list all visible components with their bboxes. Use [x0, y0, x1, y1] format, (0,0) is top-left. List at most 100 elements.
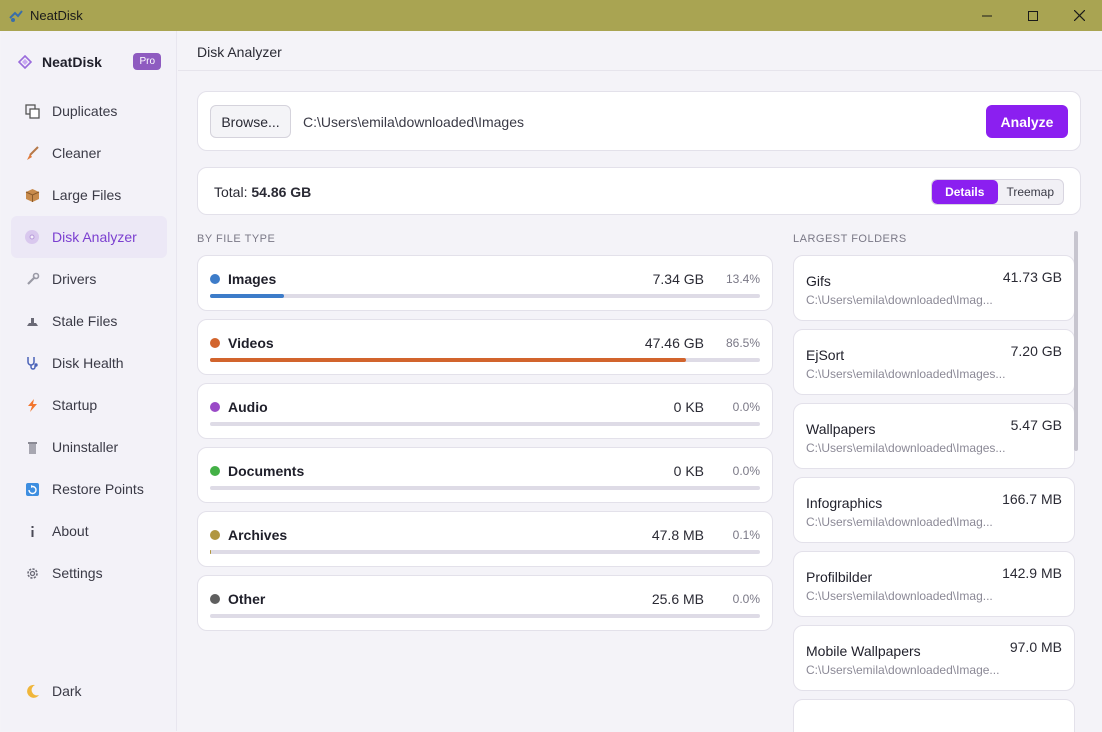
folder-item[interactable]: Profilbilder C:\Users\emila\downloaded\I…	[793, 551, 1075, 617]
sidebar-item-duplicates[interactable]: Duplicates	[1, 90, 177, 132]
folder-name: Wallpapers	[806, 421, 876, 437]
folder-item[interactable]: Gifs C:\Users\emila\downloaded\Imag... 4…	[793, 255, 1075, 321]
file-type-name: Audio	[228, 399, 268, 415]
moon-icon	[23, 684, 41, 699]
browse-button[interactable]: Browse...	[210, 105, 291, 138]
page-title: Disk Analyzer	[197, 44, 282, 60]
sidebar-item-drivers[interactable]: Drivers	[1, 258, 177, 300]
minimize-icon	[982, 15, 992, 16]
close-button[interactable]	[1056, 0, 1102, 31]
tab-treemap[interactable]: Treemap	[998, 180, 1064, 204]
maximize-button[interactable]	[1010, 0, 1056, 31]
folder-path: C:\Users\emila\downloaded\Image...	[806, 663, 1000, 677]
sidebar-item-settings[interactable]: Settings	[1, 552, 177, 594]
selected-path: C:\Users\emila\downloaded\Images	[303, 114, 524, 130]
file-type-list: Images 7.34 GB 13.4% Videos 47.46 GB 86.…	[197, 255, 773, 639]
folder-item[interactable]: Infographics C:\Users\emila\downloaded\I…	[793, 477, 1075, 543]
total-size: Total: 54.86 GB	[214, 184, 311, 200]
file-type-row[interactable]: Other 25.6 MB 0.0%	[197, 575, 773, 631]
duplicates-icon	[23, 102, 41, 120]
folder-item-partial[interactable]	[793, 699, 1075, 732]
folder-path: C:\Users\emila\downloaded\Imag...	[806, 589, 993, 603]
file-type-name: Archives	[228, 527, 288, 543]
file-type-size: 47.46 GB	[644, 335, 704, 351]
maximize-icon	[1028, 10, 1038, 21]
sidebar-item-disk-health[interactable]: Disk Health	[1, 342, 177, 384]
sidebar-item-label: Duplicates	[52, 103, 118, 119]
sidebar-item-restore-points[interactable]: Restore Points	[1, 468, 177, 510]
sidebar-item-disk-analyzer[interactable]: Disk Analyzer	[11, 216, 167, 258]
file-type-name: Other	[228, 591, 266, 607]
analyze-button[interactable]: Analyze	[986, 105, 1068, 138]
progress-fill	[210, 358, 686, 362]
trash-icon	[23, 438, 41, 456]
folder-item[interactable]: Mobile Wallpapers C:\Users\emila\downloa…	[793, 625, 1075, 691]
close-icon	[1073, 10, 1085, 21]
dark-mode-toggle[interactable]: Dark	[23, 683, 82, 699]
folder-path: C:\Users\emila\downloaded\Imag...	[806, 293, 993, 307]
sidebar-item-label: Stale Files	[52, 313, 118, 329]
file-type-row[interactable]: Images 7.34 GB 13.4%	[197, 255, 773, 311]
sidebar-item-label: Disk Analyzer	[52, 229, 137, 245]
file-type-percent: 13.4%	[725, 272, 760, 286]
file-type-size: 0 KB	[673, 463, 704, 479]
folder-item[interactable]: Wallpapers C:\Users\emila\downloaded\Ima…	[793, 403, 1075, 469]
color-dot	[210, 274, 220, 284]
folder-path: C:\Users\emila\downloaded\Images...	[806, 367, 1006, 381]
sidebar-item-uninstaller[interactable]: Uninstaller	[1, 426, 177, 468]
sidebar-item-label: Drivers	[52, 271, 97, 287]
sidebar: NeatDisk Pro Duplicates Cleaner Large Fi…	[1, 31, 177, 731]
folder-size: 7.20 GB	[1010, 343, 1062, 359]
sidebar-item-startup[interactable]: Startup	[1, 384, 177, 426]
sidebar-item-stale-files[interactable]: Stale Files	[1, 300, 177, 342]
minimize-button[interactable]	[964, 0, 1010, 31]
sidebar-item-label: Startup	[52, 397, 98, 413]
sidebar-item-label: Cleaner	[52, 145, 102, 161]
page-header: Disk Analyzer	[178, 31, 1102, 71]
sidebar-item-cleaner[interactable]: Cleaner	[1, 132, 177, 174]
folder-size: 5.47 GB	[1010, 417, 1062, 433]
sidebar-item-label: Uninstaller	[52, 439, 119, 455]
folder-name: EjSort	[806, 347, 845, 363]
folder-name: Profilbilder	[806, 569, 873, 585]
diamond-logo-icon	[17, 54, 33, 69]
color-dot	[210, 338, 220, 348]
title-bar: NeatDisk	[0, 0, 1102, 31]
brand: NeatDisk Pro	[17, 53, 161, 70]
largest-folders-list: Gifs C:\Users\emila\downloaded\Imag... 4…	[793, 255, 1075, 732]
file-type-percent: 0.0%	[732, 400, 760, 414]
gear-icon	[23, 564, 41, 582]
folder-size: 97.0 MB	[1009, 639, 1062, 655]
progress-fill	[210, 550, 211, 554]
restore-icon	[23, 480, 41, 498]
sidebar-item-label: Disk Health	[52, 355, 124, 371]
folder-path: C:\Users\emila\downloaded\Imag...	[806, 515, 993, 529]
file-type-row[interactable]: Documents 0 KB 0.0%	[197, 447, 773, 503]
file-type-name: Videos	[228, 335, 274, 351]
lightning-icon	[23, 396, 41, 414]
file-type-percent: 0.0%	[732, 592, 760, 606]
folders-scrollbar[interactable]	[1074, 231, 1078, 451]
color-dot	[210, 466, 220, 476]
stale-icon	[23, 312, 41, 330]
file-type-row[interactable]: Audio 0 KB 0.0%	[197, 383, 773, 439]
folder-size: 142.9 MB	[1002, 565, 1062, 581]
file-type-row[interactable]: Archives 47.8 MB 0.1%	[197, 511, 773, 567]
folder-path: C:\Users\emila\downloaded\Images...	[806, 441, 1006, 455]
file-type-row[interactable]: Videos 47.46 GB 86.5%	[197, 319, 773, 375]
total-value: 54.86 GB	[251, 184, 312, 200]
sidebar-item-about[interactable]: About	[1, 510, 177, 552]
pro-badge: Pro	[133, 53, 161, 70]
tab-details[interactable]: Details	[932, 180, 998, 204]
file-type-percent: 86.5%	[725, 336, 760, 350]
folder-name: Gifs	[806, 273, 831, 289]
sidebar-nav: Duplicates Cleaner Large Files Disk Anal…	[1, 90, 177, 594]
folder-item[interactable]: EjSort C:\Users\emila\downloaded\Images.…	[793, 329, 1075, 395]
wrench-icon	[23, 270, 41, 288]
folder-size: 41.73 GB	[1002, 269, 1062, 285]
sidebar-item-large-files[interactable]: Large Files	[1, 174, 177, 216]
file-type-percent: 0.0%	[732, 464, 760, 478]
window-title: NeatDisk	[30, 8, 83, 23]
brand-name: NeatDisk	[42, 53, 102, 70]
file-type-size: 47.8 MB	[651, 527, 704, 543]
